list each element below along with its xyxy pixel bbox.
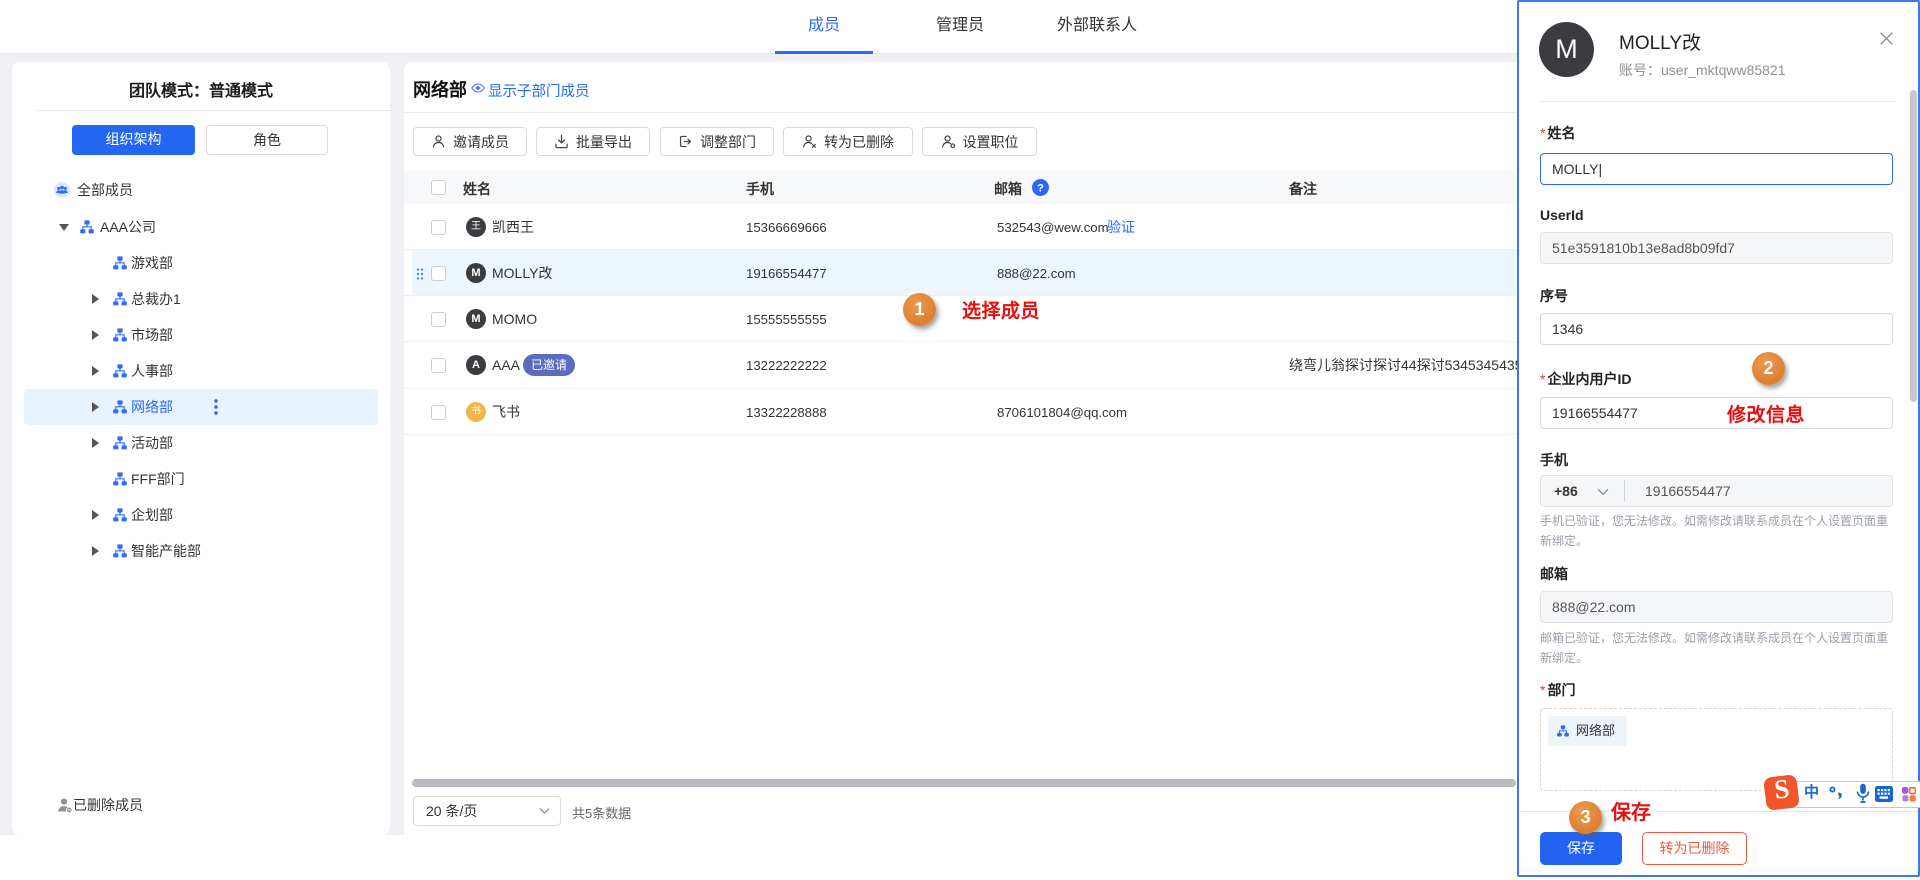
svg-text:?: ?	[1037, 182, 1044, 194]
